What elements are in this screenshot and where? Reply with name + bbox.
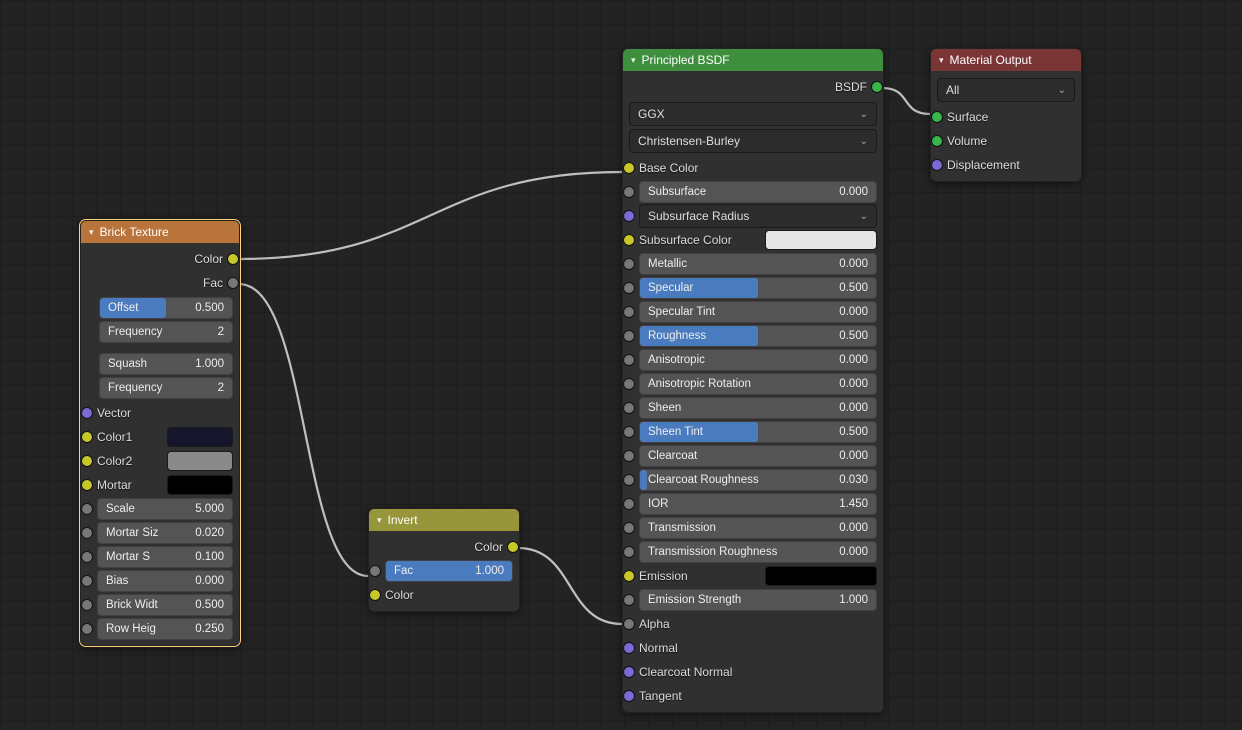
input-surface[interactable]: Surface: [937, 105, 1075, 129]
input-transmission-roughness[interactable]: Transmission Roughness0.000: [629, 540, 877, 564]
select-distribution[interactable]: GGX⌄: [629, 102, 877, 126]
mortar-swatch[interactable]: [167, 475, 233, 495]
node-invert[interactable]: ▾ Invert Color Fac1.000 Color: [368, 508, 520, 612]
input-emission-strength[interactable]: Emission Strength1.000: [629, 588, 877, 612]
collapse-icon[interactable]: ▾: [377, 509, 382, 531]
input-specular-tint[interactable]: Specular Tint0.000: [629, 300, 877, 324]
input-socket-mortar-smooth[interactable]: Mortar S0.100: [87, 545, 233, 569]
node-material-output[interactable]: ▾ Material Output All⌄ Surface Volume Di…: [930, 48, 1082, 182]
node-principled-bsdf[interactable]: ▾ Principled BSDF BSDF GGX⌄ Christensen-…: [622, 48, 884, 713]
input-anisotropic[interactable]: Anisotropic0.000: [629, 348, 877, 372]
input-clearcoat-normal[interactable]: Clearcoat Normal: [629, 660, 877, 684]
node-header[interactable]: ▾ Principled BSDF: [623, 49, 883, 71]
input-socket-mortar-size[interactable]: Mortar Siz0.020: [87, 521, 233, 545]
chevron-down-icon: ⌄: [860, 136, 868, 147]
collapse-icon[interactable]: ▾: [89, 221, 94, 243]
input-sheen-tint[interactable]: Sheen Tint0.500: [629, 420, 877, 444]
input-socket-color1[interactable]: Color1: [87, 425, 233, 449]
input-ior[interactable]: IOR1.450: [629, 492, 877, 516]
subsurface-color-swatch[interactable]: [765, 230, 877, 250]
input-sheen[interactable]: Sheen0.000: [629, 396, 877, 420]
input-alpha[interactable]: Alpha: [629, 612, 877, 636]
chevron-down-icon: ⌄: [860, 211, 868, 222]
chevron-down-icon: ⌄: [860, 109, 868, 120]
input-volume[interactable]: Volume: [937, 129, 1075, 153]
node-title: Invert: [388, 509, 418, 531]
input-socket-vector[interactable]: Vector: [87, 401, 233, 425]
input-socket-bias[interactable]: Bias0.000: [87, 569, 233, 593]
input-metallic[interactable]: Metallic0.000: [629, 252, 877, 276]
input-transmission[interactable]: Transmission0.000: [629, 516, 877, 540]
field-squash[interactable]: Squash1.000: [99, 353, 233, 375]
collapse-icon[interactable]: ▾: [631, 49, 636, 71]
input-socket-brick-width[interactable]: Brick Widt0.500: [87, 593, 233, 617]
output-socket-bsdf[interactable]: BSDF: [629, 75, 877, 99]
input-clearcoat-roughness[interactable]: Clearcoat Roughness0.030: [629, 468, 877, 492]
input-clearcoat[interactable]: Clearcoat0.000: [629, 444, 877, 468]
emission-swatch[interactable]: [765, 566, 877, 586]
field-frequency-1[interactable]: Frequency2: [99, 321, 233, 343]
input-subsurface[interactable]: Subsurface0.000: [629, 180, 877, 204]
node-brick-texture[interactable]: ▾ Brick Texture Color Fac Offset0.500 Fr…: [80, 220, 240, 646]
select-subsurface-method[interactable]: Christensen-Burley⌄: [629, 129, 877, 153]
collapse-icon[interactable]: ▾: [939, 49, 944, 71]
input-socket-fac[interactable]: Fac1.000: [375, 559, 513, 583]
chevron-down-icon: ⌄: [1058, 85, 1066, 96]
input-socket-color2[interactable]: Color2: [87, 449, 233, 473]
input-specular[interactable]: Specular0.500: [629, 276, 877, 300]
field-frequency-2[interactable]: Frequency2: [99, 377, 233, 399]
input-tangent[interactable]: Tangent: [629, 684, 877, 708]
output-socket-color[interactable]: Color: [375, 535, 513, 559]
select-target[interactable]: All⌄: [937, 78, 1075, 102]
input-emission[interactable]: Emission: [629, 564, 877, 588]
input-normal[interactable]: Normal: [629, 636, 877, 660]
output-socket-color[interactable]: Color: [87, 247, 233, 271]
input-socket-scale[interactable]: Scale5.000: [87, 497, 233, 521]
node-header[interactable]: ▾ Brick Texture: [81, 221, 239, 243]
node-title: Brick Texture: [100, 221, 169, 243]
node-title: Principled BSDF: [642, 49, 730, 71]
input-subsurface-radius[interactable]: Subsurface Radius⌄: [629, 204, 877, 228]
input-socket-row-height[interactable]: Row Heig0.250: [87, 617, 233, 641]
input-anisotropic-rotation[interactable]: Anisotropic Rotation0.000: [629, 372, 877, 396]
input-displacement[interactable]: Displacement: [937, 153, 1075, 177]
node-header[interactable]: ▾ Material Output: [931, 49, 1081, 71]
input-socket-mortar[interactable]: Mortar: [87, 473, 233, 497]
color2-swatch[interactable]: [167, 451, 233, 471]
node-title: Material Output: [950, 49, 1032, 71]
color1-swatch[interactable]: [167, 427, 233, 447]
input-socket-color[interactable]: Color: [375, 583, 513, 607]
input-roughness[interactable]: Roughness0.500: [629, 324, 877, 348]
field-offset[interactable]: Offset0.500: [99, 297, 233, 319]
output-socket-fac[interactable]: Fac: [87, 271, 233, 295]
node-header[interactable]: ▾ Invert: [369, 509, 519, 531]
input-base-color[interactable]: Base Color: [629, 156, 877, 180]
input-subsurface-color[interactable]: Subsurface Color: [629, 228, 877, 252]
